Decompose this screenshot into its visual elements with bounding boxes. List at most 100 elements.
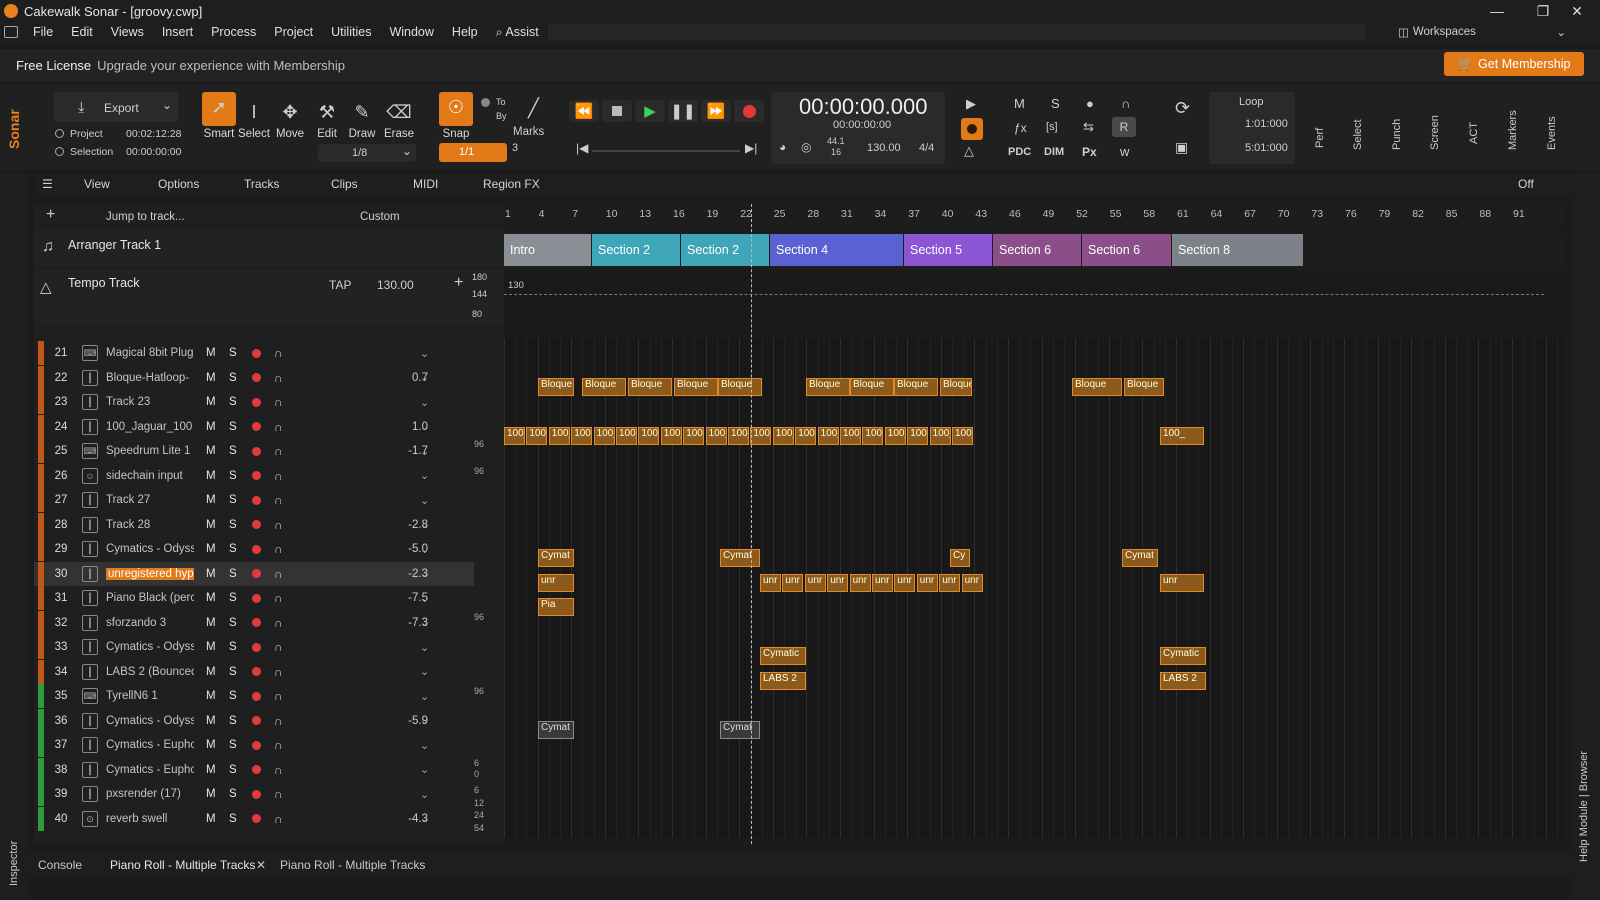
time-display[interactable]: 00:00:00.000 00:00:00:00 ◕ ◎ 44.1 16 130… <box>771 92 945 164</box>
mute-button[interactable]: M <box>206 788 216 800</box>
track-row[interactable]: 27 ┃ Track 27 M S ∩ ⌄ <box>34 488 474 512</box>
record-arm-button[interactable] <box>252 691 261 701</box>
arranger-section[interactable]: Section 6 <box>993 234 1081 266</box>
clip[interactable]: unr <box>939 573 961 592</box>
track-name[interactable]: Cymatics - Odyss <box>106 715 194 727</box>
monitor-icon[interactable]: ∩ <box>274 346 283 360</box>
jump-to-track-field[interactable]: Jump to track... <box>106 211 185 223</box>
snap-resolution-dropdown[interactable]: 1/8 ⌄ <box>318 144 416 162</box>
solo-button[interactable]: S <box>229 372 237 384</box>
clip[interactable]: Bloque <box>806 377 850 396</box>
app-menu-icon[interactable] <box>4 26 18 38</box>
record-arm-button[interactable] <box>252 642 261 652</box>
track-name[interactable]: TyrellN6 1 <box>106 690 194 702</box>
arranger-track-header[interactable]: ♫ Arranger Track 1 <box>34 230 504 266</box>
clip[interactable]: Pia <box>538 598 574 616</box>
clip[interactable]: 100_ <box>526 426 548 445</box>
menu-icon[interactable]: ☰ <box>42 177 53 191</box>
mute-button[interactable]: M <box>206 494 216 506</box>
punch-module[interactable]: Punch <box>1391 100 1403 150</box>
track-name[interactable]: Piano Black (perc <box>106 592 194 604</box>
tempo-display[interactable]: 130.00 <box>867 142 901 154</box>
solo-button[interactable]: S <box>229 641 237 653</box>
add-tempo-icon[interactable]: + <box>454 274 463 292</box>
mute-button[interactable]: M <box>206 617 216 629</box>
play-button[interactable]: ▶ <box>635 100 665 122</box>
menu-file[interactable]: File <box>24 25 62 39</box>
mute-button[interactable]: M <box>206 396 216 408</box>
loop-icon[interactable]: ⟳ <box>1175 98 1190 119</box>
monitor-icon[interactable]: ∩ <box>274 542 283 556</box>
record-arm-button[interactable] <box>252 446 261 456</box>
solo-button[interactable]: S <box>229 788 237 800</box>
inspector-tab[interactable]: Inspector <box>8 826 20 886</box>
track-name[interactable]: 100_Jaguar_100 ( <box>106 421 194 433</box>
menu-process[interactable]: Process <box>202 25 265 39</box>
metronome-icon[interactable]: ◕ <box>779 140 786 154</box>
track-type-icon[interactable]: ┃ <box>82 614 98 631</box>
help-browser-tab[interactable]: Help Module | Browser <box>1578 732 1590 862</box>
clip[interactable]: 100_ <box>929 426 951 445</box>
midi-menu[interactable]: MIDI <box>413 177 438 191</box>
menu-edit[interactable]: Edit <box>62 25 102 39</box>
global-mute-button[interactable]: M <box>1014 96 1025 111</box>
clip[interactable]: 100_ <box>548 426 570 445</box>
track-row[interactable]: 21 ⌨ Magical 8bit Plug M S ∩ ⌄ <box>34 341 474 365</box>
record-arm-button[interactable] <box>252 373 261 382</box>
monitor-icon[interactable]: ∩ <box>274 738 283 752</box>
track-name[interactable]: Track 27 <box>106 494 194 506</box>
record-arm-button[interactable] <box>252 348 261 358</box>
move-tool-button[interactable]: ✥ <box>273 92 307 126</box>
snap-to-radio[interactable] <box>481 98 490 107</box>
track-type-icon[interactable]: ┃ <box>82 394 98 410</box>
timeline-ruler[interactable]: 1 4 7 10 13 16 19 22 25 28 31 34 37 40 43 46 49 52 55 58 61 6… <box>504 204 1564 226</box>
clip[interactable]: 100_ <box>593 426 615 445</box>
get-membership-button[interactable]: 🛒 Get Membership <box>1444 52 1584 76</box>
mute-button[interactable]: M <box>206 519 216 531</box>
project-radio[interactable] <box>55 129 64 138</box>
punch-warning-icon[interactable]: △ <box>964 143 974 159</box>
solo-button[interactable]: S <box>229 494 237 506</box>
track-name[interactable]: Bloque-Hatloop- <box>106 372 194 384</box>
pdc-button[interactable]: PDC <box>1008 146 1031 158</box>
tap-button[interactable]: TAP <box>329 278 351 292</box>
track-type-icon[interactable]: ⌨ <box>82 688 98 704</box>
clip[interactable]: Bloque <box>674 377 718 396</box>
record-arm-button[interactable] <box>252 495 261 505</box>
clip[interactable]: 100_ <box>952 426 973 445</box>
solo-button[interactable]: S <box>229 396 237 408</box>
monitor-icon[interactable]: ∩ <box>274 689 283 703</box>
solo-button[interactable]: S <box>229 813 237 825</box>
chevron-down-icon[interactable]: ⌄ <box>420 714 429 727</box>
mute-button[interactable]: M <box>206 421 216 433</box>
track-row[interactable]: 30 ┃ unregistered hyp M S ∩ -2.3 ⌄ <box>34 561 474 586</box>
chevron-down-icon[interactable]: ⌄ <box>420 665 429 678</box>
clip[interactable]: 100_ <box>638 426 660 445</box>
track-row[interactable]: 37 ┃ Cymatics - Euphc M S ∩ ⌄ <box>34 733 474 757</box>
act-module[interactable]: ACT <box>1468 104 1480 144</box>
mute-button[interactable]: M <box>206 813 216 825</box>
clip[interactable]: LABS 2 <box>1160 671 1206 690</box>
clip[interactable]: 100_ <box>750 426 772 445</box>
clip[interactable]: 100_ <box>907 426 929 445</box>
perf-module[interactable]: Perf <box>1314 108 1326 148</box>
track-name[interactable]: Magical 8bit Plug <box>106 347 194 359</box>
chevron-down-icon[interactable]: ⌄ <box>420 396 429 409</box>
clip[interactable]: unr <box>849 573 871 592</box>
record-arm-button[interactable] <box>252 667 261 676</box>
px-button[interactable]: Px <box>1082 145 1097 159</box>
chevron-down-icon[interactable]: ⌄ <box>420 420 429 433</box>
monitor-icon[interactable]: ∩ <box>274 518 283 532</box>
pause-button[interactable]: ❚❚ <box>668 100 698 122</box>
arranger-section[interactable]: Section 4 <box>770 234 903 266</box>
clip[interactable]: unr <box>760 573 781 592</box>
tab-console[interactable]: Console <box>38 858 82 872</box>
options-menu[interactable]: Options <box>158 177 199 191</box>
solo-bracket-icon[interactable]: [s] <box>1046 121 1058 133</box>
clip[interactable]: 100_ <box>683 426 705 445</box>
monitor-icon[interactable]: ∩ <box>274 567 283 581</box>
minimize-button[interactable]: — <box>1474 0 1520 22</box>
clip[interactable]: Cymat <box>720 720 760 739</box>
track-name[interactable]: Speedrum Lite 1 <box>106 445 194 457</box>
track-row[interactable]: 25 ⌨ Speedrum Lite 1 M S ∩ -1.7 ⌄ <box>34 439 474 463</box>
